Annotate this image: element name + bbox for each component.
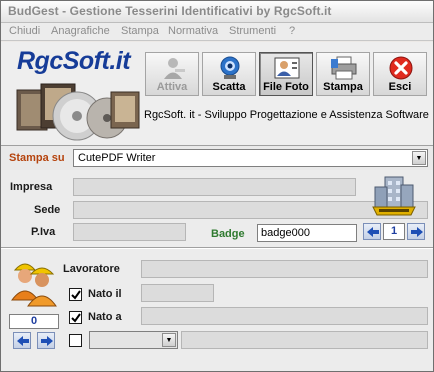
nato-a-field[interactable] xyxy=(141,307,428,325)
window-title: BudGest - Gestione Tesserini Identificat… xyxy=(8,4,332,18)
esci-label: Esci xyxy=(388,81,412,93)
printer-icon xyxy=(331,56,357,80)
nato-il-label: Nato il xyxy=(88,288,122,300)
stampa-label: Stampa xyxy=(323,81,363,93)
check-icon xyxy=(71,290,81,300)
building-icon xyxy=(372,176,416,216)
esci-button[interactable]: Esci xyxy=(373,52,427,96)
print-row: Stampa su CutePDF Writer ▼ xyxy=(1,146,433,170)
badge-field[interactable]: badge000 xyxy=(257,224,357,242)
printer-select[interactable]: CutePDF Writer ▼ xyxy=(73,149,428,167)
nato-il-checkbox[interactable] xyxy=(69,288,82,301)
form-area: Impresa Sede P.Iva Badge badge000 1 0 La… xyxy=(1,170,433,371)
header-area: RgcSoft.it Attiva Scatta File Foto Stamp… xyxy=(1,42,433,146)
arrow-right-icon xyxy=(411,227,423,237)
menu-bar: Chiudi Anagrafiche Stampa Normativa Stru… xyxy=(1,23,433,41)
print-label: Stampa su xyxy=(9,152,65,164)
extra-checkbox[interactable] xyxy=(69,334,82,347)
key-user-icon xyxy=(164,58,185,79)
exit-x-icon xyxy=(389,56,413,80)
chevron-down-icon[interactable]: ▼ xyxy=(412,151,426,165)
menu-chiudi[interactable]: Chiudi xyxy=(9,25,40,37)
menu-normativa[interactable]: Normativa xyxy=(168,25,218,37)
extra-field[interactable] xyxy=(181,331,428,349)
attiva-label: Attiva xyxy=(156,81,188,93)
nato-a-checkbox[interactable] xyxy=(69,311,82,324)
webcam-icon xyxy=(220,56,240,79)
impresa-label: Impresa xyxy=(10,181,53,193)
logo-cd-photos-icon xyxy=(16,83,140,141)
menu-stampa[interactable]: Stampa xyxy=(121,25,159,37)
company-next-button[interactable] xyxy=(407,223,425,240)
impresa-field[interactable] xyxy=(73,178,356,196)
attiva-button[interactable]: Attiva xyxy=(145,52,199,96)
divider xyxy=(1,247,433,249)
arrow-right-icon xyxy=(41,336,53,346)
lavoratore-field[interactable] xyxy=(141,260,428,278)
worker-next-button[interactable] xyxy=(37,332,55,349)
scatta-label: Scatta xyxy=(212,81,246,93)
menu-help[interactable]: ? xyxy=(289,25,295,37)
menu-strumenti[interactable]: Strumenti xyxy=(229,25,276,37)
company-prev-button[interactable] xyxy=(363,223,381,240)
nato-il-field[interactable] xyxy=(141,284,214,302)
arrow-left-icon xyxy=(367,227,379,237)
extra-select[interactable]: ▼ xyxy=(89,331,178,349)
file-foto-button[interactable]: File Foto xyxy=(259,52,313,96)
app-window: BudGest - Gestione Tesserini Identificat… xyxy=(0,0,434,372)
badge-value: badge000 xyxy=(261,227,310,239)
piva-field[interactable] xyxy=(73,223,186,241)
worker-prev-button[interactable] xyxy=(13,332,31,349)
lavoratore-label: Lavoratore xyxy=(63,263,120,275)
id-photo-icon xyxy=(274,57,300,79)
check-icon xyxy=(71,313,81,323)
arrow-left-icon xyxy=(17,336,29,346)
menu-anagrafiche[interactable]: Anagrafiche xyxy=(51,25,110,37)
stampa-button[interactable]: Stampa xyxy=(316,52,370,96)
scatta-button[interactable]: Scatta xyxy=(202,52,256,96)
badge-label: Badge xyxy=(211,228,245,240)
company-counter: 1 xyxy=(383,223,405,240)
piva-label: P.Iva xyxy=(31,226,56,238)
sede-label: Sede xyxy=(34,204,61,216)
company-logo: RgcSoft.it xyxy=(17,47,131,75)
file-foto-label: File Foto xyxy=(263,81,309,93)
chevron-down-icon[interactable]: ▼ xyxy=(162,333,176,347)
printer-select-value: CutePDF Writer xyxy=(78,152,156,164)
tagline: RgcSoft. it - Sviluppo Progettazione e A… xyxy=(144,109,429,121)
workers-icon xyxy=(11,263,57,307)
worker-counter: 0 xyxy=(9,314,59,329)
nato-a-label: Nato a xyxy=(88,311,122,323)
title-bar[interactable]: BudGest - Gestione Tesserini Identificat… xyxy=(1,1,433,23)
